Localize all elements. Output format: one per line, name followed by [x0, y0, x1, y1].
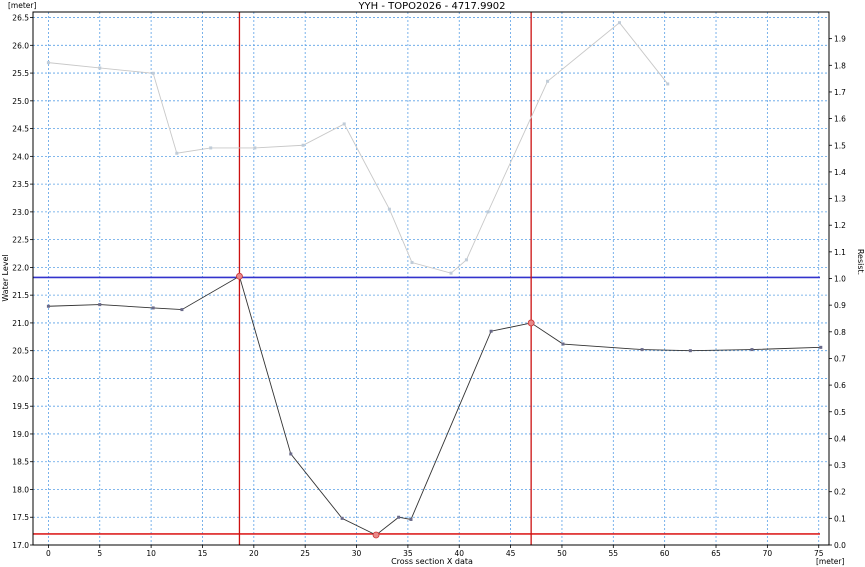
x-tick-label: 60: [660, 549, 670, 558]
x-unit-label: [meter]: [816, 557, 844, 566]
y2-tick-label: 0.4: [834, 434, 846, 443]
y-tick-label: 25.5: [12, 69, 29, 78]
y2-tick-label: 1.4: [834, 168, 846, 177]
series-0-point: [750, 348, 754, 352]
series-1-point: [546, 79, 550, 83]
y-axis-label: Water Level: [1, 254, 10, 301]
series-1-point: [342, 122, 346, 126]
x-tick-label: 10: [146, 549, 156, 558]
y2-tick-label: 0.2: [834, 488, 846, 497]
y2-tick-label: 0.0: [834, 541, 846, 550]
y2-tick-label: 0.1: [834, 514, 846, 523]
y2-tick-label: 0.7: [834, 354, 846, 363]
series-0-point: [98, 303, 102, 307]
x-tick-label: 15: [198, 549, 208, 558]
y-tick-label: 18.5: [12, 458, 29, 467]
y-unit-label: [meter]: [8, 1, 36, 10]
y2-tick-label: 1.9: [834, 35, 846, 44]
y-tick-label: 26.5: [12, 14, 29, 23]
series-1-point: [617, 21, 621, 25]
series-0-point: [640, 348, 644, 352]
y-tick-label: 20.0: [12, 374, 29, 383]
series-0-point: [688, 349, 692, 353]
series-0-point: [151, 306, 155, 310]
y-tick-label: 23.0: [12, 208, 29, 217]
y2-tick-label: 0.3: [834, 461, 846, 470]
series-1-point: [449, 271, 453, 275]
highlighted-point: [372, 531, 380, 539]
x-tick-label: 30: [352, 549, 362, 558]
series-1-point: [151, 71, 155, 75]
y-tick-label: 24.0: [12, 152, 29, 161]
y2-tick-label: 0.9: [834, 301, 846, 310]
y2-axis-label: Resist.: [856, 249, 865, 275]
y-tick-label: 25.0: [12, 97, 29, 106]
chart-title: YYH - TOPO2026 - 4717.9902: [357, 1, 505, 12]
x-axis-label: Cross section X data: [391, 557, 473, 566]
series-0-point: [561, 342, 565, 346]
y2-tick-label: 1.6: [834, 115, 846, 124]
highlighted-point: [527, 319, 535, 327]
y-tick-label: 17.5: [12, 513, 29, 522]
series-1-point: [46, 61, 50, 65]
y2-tick-label: 1.2: [834, 221, 846, 230]
series-0-point: [819, 345, 823, 349]
series-1-point: [301, 143, 305, 147]
series-0-point: [180, 308, 184, 312]
x-tick-label: 25: [300, 549, 310, 558]
y2-tick-label: 1.1: [834, 248, 846, 257]
x-tick-label: 20: [249, 549, 259, 558]
series-1-point: [209, 146, 213, 150]
cross-section-chart: 0 5 10 15 20 25 30 35 40 45 50 55 60 65 70 7517.017.518…: [1, 1, 865, 566]
y-tick-label: 22.5: [12, 236, 29, 245]
series-1-point: [464, 258, 468, 262]
x-tick-label: 70: [763, 549, 773, 558]
series-1-point: [98, 66, 102, 70]
y2-tick-label: 1.7: [834, 88, 846, 97]
x-tick-label: 45: [506, 549, 516, 558]
x-tick-label: 5: [97, 549, 102, 558]
series-1-point: [486, 210, 490, 214]
y-tick-label: 21.0: [12, 319, 29, 328]
y-tick-label: 20.5: [12, 347, 29, 356]
y-tick-label: 21.5: [12, 291, 29, 300]
y2-tick-label: 0.8: [834, 328, 846, 337]
series-1-point: [253, 146, 257, 150]
series-0-point: [340, 516, 344, 520]
series-0-point: [46, 304, 50, 308]
y2-tick-label: 1.0: [834, 275, 846, 284]
series-line-0: [48, 275, 821, 536]
x-tick-label: 65: [711, 549, 721, 558]
series-1-point: [410, 261, 414, 265]
x-tick-label: 55: [609, 549, 619, 558]
x-tick-label: 0: [46, 549, 51, 558]
y-tick-label: 24.5: [12, 125, 29, 134]
x-tick-label: 50: [557, 549, 567, 558]
series-0-point: [289, 452, 293, 456]
y-tick-label: 26.0: [12, 41, 29, 50]
series-0-point: [409, 517, 413, 521]
y2-tick-label: 0.5: [834, 408, 846, 417]
y2-tick-label: 1.8: [834, 61, 846, 70]
y-tick-label: 18.0: [12, 485, 29, 494]
y2-tick-label: 0.6: [834, 381, 846, 390]
plot-frame: [32, 11, 830, 546]
y2-tick-label: 1.5: [834, 141, 846, 150]
grid-lines: [33, 12, 829, 546]
series-layer: [46, 21, 823, 539]
y-tick-label: 17.0: [12, 541, 29, 550]
series-1-point: [175, 151, 179, 155]
y-tick-label: 23.5: [12, 180, 29, 189]
y2-tick-label: 1.3: [834, 195, 846, 204]
series-line-1: [48, 22, 669, 274]
series-1-point: [387, 207, 391, 211]
series-0-point: [397, 515, 401, 519]
series-1-point: [666, 82, 670, 86]
y-tick-label: 22.0: [12, 263, 29, 272]
series-0-point: [489, 329, 493, 333]
y-tick-label: 19.5: [12, 402, 29, 411]
highlighted-point: [236, 272, 243, 280]
y-tick-label: 19.0: [12, 430, 29, 439]
